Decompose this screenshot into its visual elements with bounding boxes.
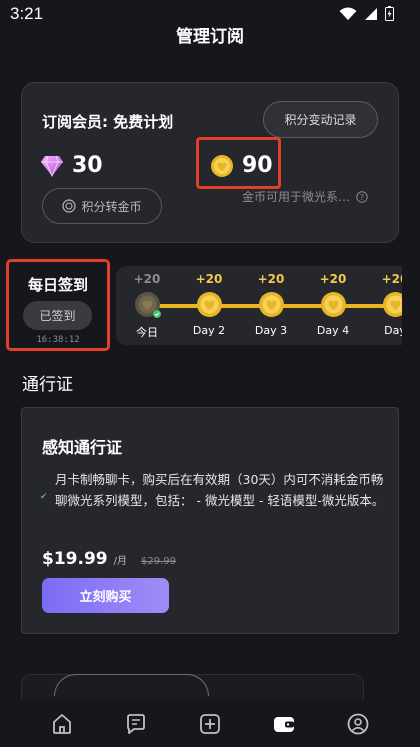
battery-icon	[385, 6, 394, 21]
pass-card: 感知通行证 ✔ 月卡制畅聊卡，购买后在有效期（30天）内可不消耗金币畅聊微光系列…	[21, 407, 399, 634]
points-value: 30	[72, 153, 103, 178]
status-time: 3:21	[10, 4, 44, 23]
daily-checkin-panel: 每日签到 已签到 16:38:12	[6, 259, 110, 351]
checkin-countdown: 16:38:12	[36, 335, 80, 345]
check-icon: ✔	[40, 492, 48, 502]
nav-wallet[interactable]	[264, 704, 304, 744]
pass-original-price: $29.99	[140, 556, 176, 567]
coin-exchange-icon	[62, 199, 77, 213]
svg-text:?: ?	[360, 193, 364, 202]
coin-icon	[211, 154, 233, 177]
create-icon	[200, 713, 220, 734]
convert-points-label: 积分转金币	[81, 199, 142, 214]
day-label: Day 4	[316, 324, 350, 337]
day-label: Day	[384, 324, 402, 337]
next-card-pill[interactable]	[54, 674, 209, 696]
checked-in-button[interactable]: 已签到	[23, 301, 92, 330]
pass-title: 感知通行证	[42, 438, 123, 457]
coin-icon	[320, 291, 347, 318]
day-reward: +20	[195, 272, 223, 286]
day-reward: +20	[257, 272, 285, 286]
home-icon	[53, 713, 71, 734]
coin-icon	[196, 291, 223, 318]
price-row: $19.99 /月 $29.99	[42, 549, 176, 569]
bottom-nav	[0, 700, 420, 747]
points-history-button[interactable]: 积分变动记录	[263, 101, 378, 138]
help-icon[interactable]: ?	[356, 190, 368, 203]
pass-description: 月卡制畅聊卡，购买后在有效期（30天）内可不消耗金币畅聊微光系列模型，包括： -…	[55, 472, 385, 508]
nav-create[interactable]	[190, 704, 230, 744]
points-balance: 30	[40, 153, 103, 178]
coin-value: 90	[242, 153, 273, 178]
plan-label: 订阅会员: 免费计划	[42, 113, 174, 131]
nav-home[interactable]	[42, 704, 82, 744]
checkin-title: 每日签到	[27, 276, 88, 294]
nav-profile[interactable]	[338, 704, 378, 744]
page-title: 管理订阅	[176, 27, 244, 47]
day-label: Day 2	[192, 324, 226, 337]
day-reward: +20	[133, 272, 161, 286]
wifi-icon	[339, 7, 357, 20]
coin-icon	[258, 291, 285, 318]
buy-now-button[interactable]: 立刻购买	[42, 578, 169, 613]
profile-icon	[347, 713, 369, 734]
day-reward: +20	[381, 272, 402, 286]
membership-summary-card: 订阅会员: 免费计划 积分变动记录 30 积分转金币 90 金币可用于微光系… …	[21, 82, 399, 243]
day-label: 今日	[136, 326, 158, 339]
coin-usage-text: 金币可用于微光系…	[242, 190, 351, 204]
coin-usage-note: 金币可用于微光系… ?	[242, 188, 368, 205]
nav-chat[interactable]	[116, 704, 156, 744]
coin-icon	[382, 291, 402, 318]
day-reward: +20	[319, 272, 347, 286]
chat-icon	[127, 713, 145, 734]
pass-period: /月	[113, 556, 127, 567]
convert-points-button[interactable]: 积分转金币	[42, 188, 162, 224]
pass-price: $19.99	[42, 549, 108, 569]
coin-balance: 90	[210, 153, 273, 178]
diamond-icon	[41, 155, 63, 177]
pass-section-title: 通行证	[22, 375, 73, 395]
status-icons	[339, 6, 394, 21]
checkin-days-strip[interactable]: +20 今日 +20 Day 2 +20 Day 3 +20 Day 4 +20 Day	[116, 266, 402, 345]
signal-icon	[365, 7, 377, 20]
wallet-icon	[274, 716, 294, 732]
claimed-coin-icon	[134, 291, 161, 318]
day-label: Day 3	[254, 324, 288, 337]
